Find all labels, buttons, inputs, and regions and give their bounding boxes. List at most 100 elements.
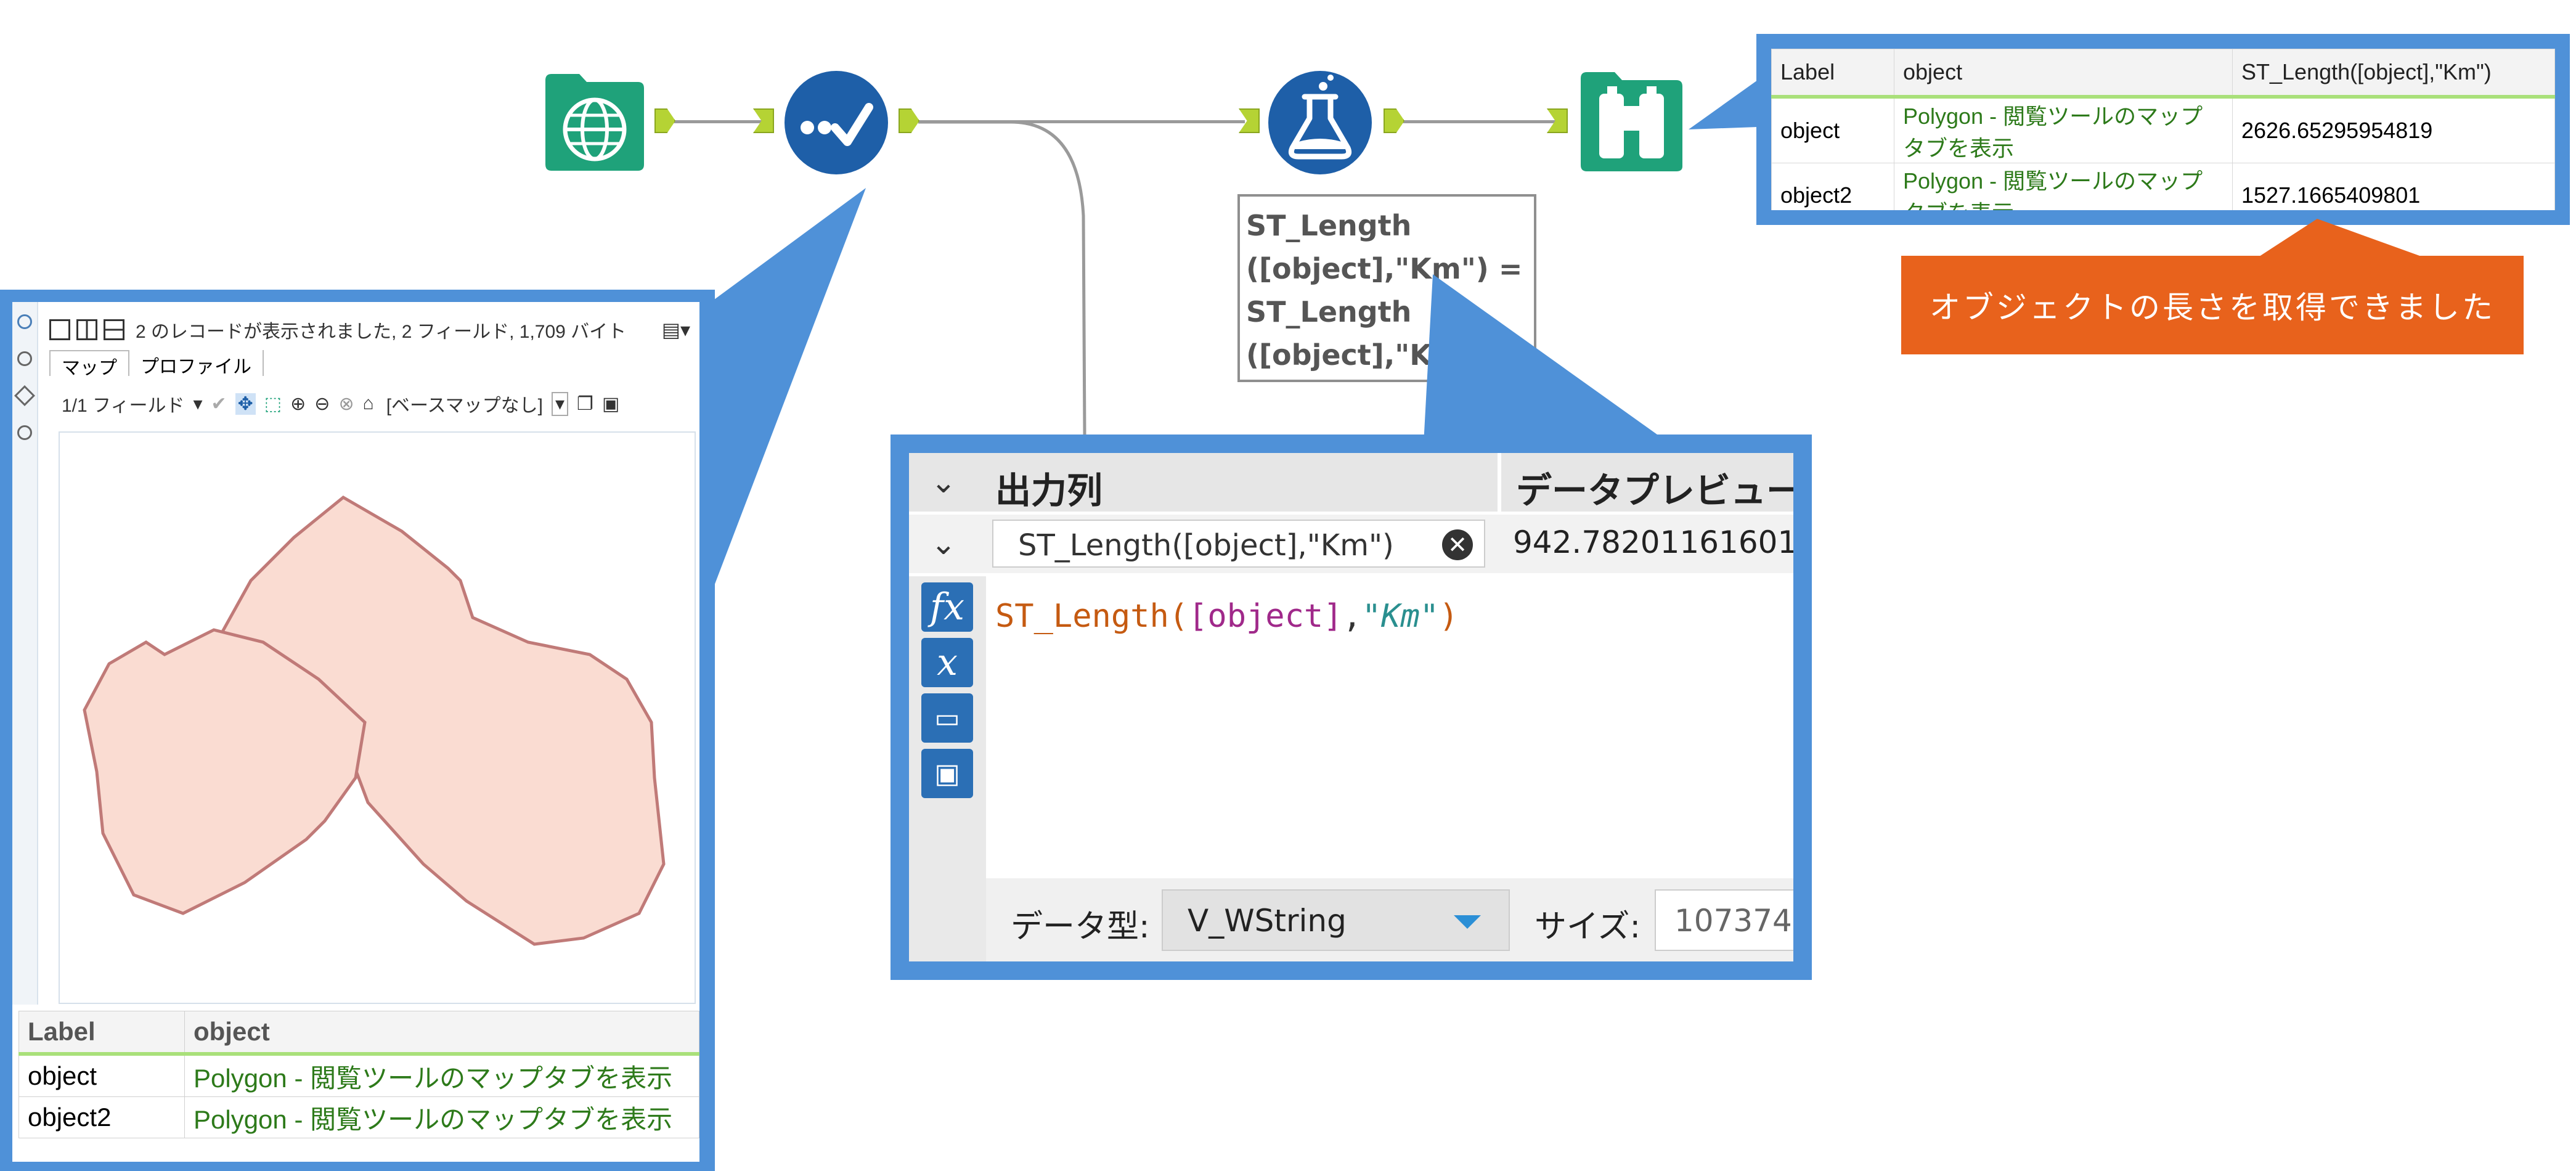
chevron-down-icon[interactable]: ▾ <box>193 393 202 415</box>
function-icon[interactable]: fx <box>921 582 973 632</box>
output-field-value: ST_Length([object],"Km") <box>1018 528 1394 563</box>
zoom-selection-icon[interactable]: ⊗ <box>338 393 354 415</box>
browse-cell: Polygon - 閲覧ツールのマップタブを表示 <box>184 1096 699 1138</box>
browse-callout-pointer <box>703 188 866 616</box>
browse-cell: object <box>18 1053 185 1097</box>
save-icon[interactable]: ▣ <box>602 393 619 415</box>
result-cell: object <box>1771 96 1894 163</box>
expr-function: ST_Length( <box>995 598 1189 635</box>
variable-icon[interactable]: x <box>921 638 973 687</box>
browse-tool[interactable] <box>1578 69 1685 174</box>
expression-editor[interactable]: ST_Length([object],"Km") <box>995 598 1458 635</box>
check-icon[interactable]: ✔ <box>211 393 227 415</box>
preview-value: 942.78201161601 <box>1513 524 1793 560</box>
expr-comma: , <box>1342 598 1362 635</box>
browse-cell: Polygon - 閲覧ツールのマップタブを表示 <box>184 1053 699 1097</box>
tab-map[interactable]: マップ <box>49 350 129 378</box>
result-callout: Label object ST_Length([object],"Km") ob… <box>1756 34 2570 225</box>
result-header-label[interactable]: Label <box>1771 49 1894 99</box>
result-cell: object2 <box>1771 163 1894 210</box>
browse-header-row: Label object <box>18 1011 699 1056</box>
select-tool[interactable] <box>783 69 891 177</box>
single-view-icon[interactable] <box>49 319 70 340</box>
browse-toolbar: 2 のレコードが表示されました, 2 フィールド, 1,709 バイト ▤▾ <box>49 314 690 345</box>
input-data-tool[interactable] <box>542 71 647 173</box>
connector-select-branch <box>918 120 1086 435</box>
flask-icon <box>1268 71 1372 174</box>
expr-field: [object] <box>1188 598 1343 635</box>
select-rectangle-icon[interactable]: ⬚ <box>264 393 282 415</box>
zoom-out-icon[interactable]: ⊖ <box>314 393 330 415</box>
size-value: 107374 <box>1674 903 1792 939</box>
basemap-select[interactable]: [ベースマップなし] <box>386 390 543 417</box>
chevron-down-icon[interactable]: ⌄ <box>931 464 956 500</box>
table-row[interactable]: object Polygon - 閲覧ツールのマップタブを表示 <box>18 1053 699 1097</box>
result-cell: 2626.65295954819 <box>2232 96 2555 163</box>
result-header-row: Label object ST_Length([object],"Km") <box>1771 49 2555 99</box>
result-note: オブジェクトの長さを取得できました <box>1901 256 2524 354</box>
chevron-down-icon[interactable]: ⌄ <box>931 526 956 561</box>
browse-cell: object2 <box>18 1096 185 1138</box>
size-input[interactable]: 107374 <box>1655 889 1793 951</box>
browse-callout: 2 のレコードが表示されました, 2 フィールド, 1,709 バイト ▤▾ マ… <box>0 290 715 1171</box>
home-icon[interactable]: ⌂ <box>363 393 374 414</box>
size-label: サイズ: <box>1535 908 1641 945</box>
browse-header-object[interactable]: object <box>184 1011 699 1056</box>
clear-icon[interactable]: ✕ <box>1442 529 1473 560</box>
pan-icon[interactable]: ✥ <box>235 393 256 415</box>
result-cell: Polygon - 閲覧ツールのマップタブを表示 <box>1894 96 2233 163</box>
table-row[interactable]: object Polygon - 閲覧ツールのマップタブを表示 2626.652… <box>1771 96 2555 163</box>
output-column-header: 出力列 <box>995 470 1103 512</box>
formula-callout: ⌄ 出力列 データプレビュー ⌄ ST_Length([object],"Km"… <box>891 435 1812 980</box>
split-vertical-icon[interactable] <box>76 319 97 340</box>
map-toolbar: 1/1 フィールド ▾ ✔ ✥ ⬚ ⊕ ⊖ ⊗ ⌂ [ベースマップなし] ▾ ❐… <box>62 388 690 419</box>
help-icon[interactable] <box>17 425 32 440</box>
data-type-select[interactable]: V_WString <box>1162 889 1510 951</box>
map-view[interactable] <box>59 431 696 1004</box>
tab-profile[interactable]: プロファイル <box>129 350 264 377</box>
globe-folder-icon <box>545 74 644 171</box>
browse-tabs: マップ プロファイル <box>49 350 264 378</box>
gear-icon[interactable] <box>17 314 32 329</box>
zoom-in-icon[interactable]: ⊕ <box>290 393 306 415</box>
formula-header: ⌄ 出力列 データプレビュー <box>909 453 1793 512</box>
browse-side-strip <box>12 302 38 1005</box>
input-output-anchor[interactable] <box>654 108 675 133</box>
formula-field-row: ⌄ ST_Length([object],"Km") ✕ 942.7820116… <box>909 515 1793 573</box>
tag-icon[interactable] <box>14 385 35 406</box>
target-icon[interactable] <box>17 351 32 366</box>
connector-input-select <box>672 120 764 123</box>
table-row[interactable]: object2 Polygon - 閲覧ツールのマップタブを表示 1527.16… <box>1771 163 2555 210</box>
field-selector[interactable]: 1/1 フィールド <box>62 390 184 417</box>
data-type-label: データ型: <box>1011 908 1150 945</box>
open-folder-icon[interactable]: ▭ <box>921 693 973 743</box>
result-header-length[interactable]: ST_Length([object],"Km") <box>2232 49 2555 99</box>
result-note-text: オブジェクトの長さを取得できました <box>1930 290 2495 325</box>
select-output-anchor[interactable] <box>899 108 919 133</box>
browse-header-label[interactable]: Label <box>18 1011 185 1056</box>
table-options-icon[interactable]: ▤▾ <box>662 318 690 341</box>
alteryx-workflow-canvas: { "workflow": { "tools": [ {"id":"input-… <box>0 0 2576 1171</box>
formula-tool[interactable] <box>1266 69 1374 177</box>
expr-close: ) <box>1439 598 1459 635</box>
basemap-dropdown-icon[interactable]: ▾ <box>551 391 569 416</box>
result-header-object[interactable]: object <box>1894 49 2233 99</box>
output-field-input[interactable]: ST_Length([object],"Km") ✕ <box>992 520 1485 568</box>
data-type-row: データ型: V_WString サイズ: 107374 <box>986 878 1793 961</box>
table-row[interactable]: object2 Polygon - 閲覧ツールのマップタブを表示 <box>18 1096 699 1138</box>
data-preview-header: データプレビュー <box>1516 470 1793 512</box>
result-cell: 1527.1665409801 <box>2232 163 2555 210</box>
save-icon[interactable]: ▣ <box>921 749 973 798</box>
browse-data-table: Label object object Polygon - 閲覧ツールのマップタ… <box>18 1011 699 1138</box>
formula-callout-pointer <box>1424 274 1670 444</box>
expr-string: "Km" <box>1361 598 1440 635</box>
binoculars-icon <box>1581 72 1682 171</box>
browse-status-text: 2 のレコードが表示されました, 2 フィールド, 1,709 バイト <box>136 322 627 342</box>
copy-icon[interactable]: ❐ <box>577 393 593 415</box>
formula-output-anchor[interactable] <box>1384 108 1404 133</box>
split-horizontal-icon[interactable] <box>104 319 124 340</box>
editor-sidebar: fx x ▭ ▣ <box>909 576 986 961</box>
dropdown-arrow-icon[interactable] <box>1454 915 1481 929</box>
connector-formula-browse <box>1402 120 1556 123</box>
result-table: Label object ST_Length([object],"Km") ob… <box>1771 49 2555 210</box>
